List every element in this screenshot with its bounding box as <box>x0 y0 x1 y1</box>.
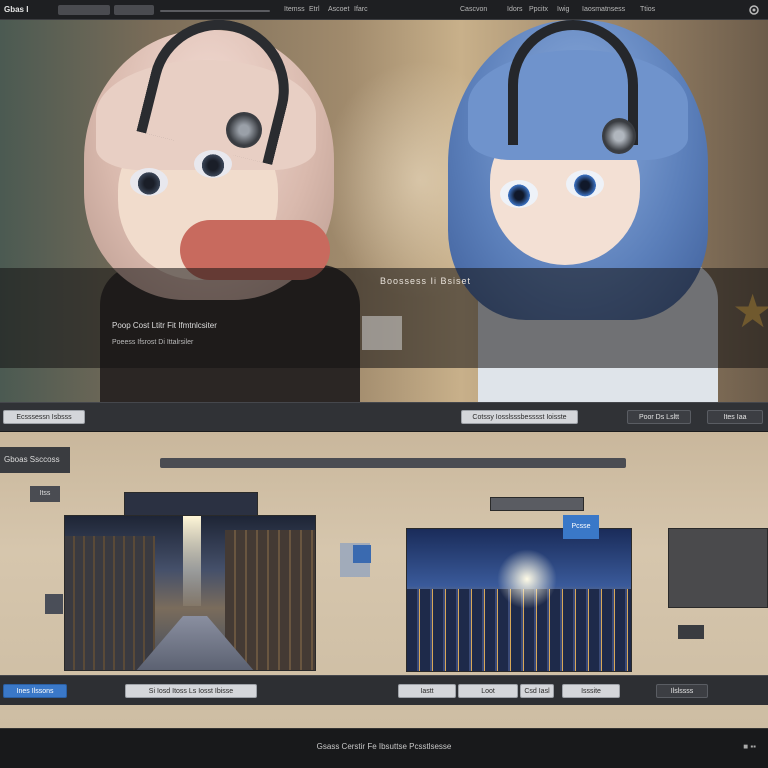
gallery-title: Gboas Ssccoss <box>0 447 70 473</box>
image-toolbar[interactable] <box>490 497 584 511</box>
gallery-button-5[interactable]: Csd Iasl <box>520 684 554 698</box>
gear-icon[interactable] <box>748 4 760 16</box>
gallery-image-night-city[interactable] <box>406 528 632 672</box>
gallery-button-6[interactable]: Isssite <box>562 684 620 698</box>
center-action-button[interactable]: Cotssy Iosslsssbesssst Ioisste <box>461 410 578 424</box>
footer-icons[interactable]: ■ ▪▪ <box>743 742 756 751</box>
eye-right-1 <box>500 180 538 208</box>
primary-action-button[interactable]: Ecsssessn Isbsss <box>3 410 85 424</box>
thumbnail[interactable] <box>353 545 371 563</box>
gallery-center-button[interactable]: Si Iosd Itoss Ls Iosst Ibisse <box>125 684 257 698</box>
thumbnail[interactable] <box>45 594 63 614</box>
nav-link-etrl[interactable]: Etrl <box>309 6 320 13</box>
gallery-action-bar <box>0 675 768 705</box>
nav-link-iwig[interactable]: Iwig <box>557 6 569 13</box>
hero-title: Boossess Ii Bsiset <box>380 276 472 286</box>
earcup-left <box>226 112 262 148</box>
filter-input[interactable] <box>114 5 154 15</box>
divider <box>160 10 270 12</box>
light-beam <box>183 516 201 606</box>
hero-caption: Poeess Ifsrost Di Ittalrsiler <box>112 339 194 346</box>
building-right <box>225 530 315 670</box>
thumbnail[interactable] <box>678 625 704 639</box>
nav-link-ppcitx[interactable]: Ppcitx <box>529 6 548 13</box>
hero-chip[interactable] <box>362 316 402 350</box>
nav-link-cascvon[interactable]: Cascvon <box>460 6 487 13</box>
moon-glow <box>497 549 557 609</box>
gallery-button-7[interactable]: Ilslssss <box>656 684 708 698</box>
nav-link-ifarc[interactable]: Ifarc <box>354 6 368 13</box>
nav-link-ascoet[interactable]: Ascoet <box>328 6 349 13</box>
earcup-right <box>602 118 636 154</box>
gallery-button-4[interactable]: Loot <box>458 684 518 698</box>
nav-link-ttios[interactable]: Ttios <box>640 6 655 13</box>
more-button[interactable]: Ites Iaa <box>707 410 763 424</box>
gallery-image-partial[interactable] <box>668 528 768 608</box>
gallery-filter-chip[interactable]: Itss <box>30 486 60 502</box>
gallery-button-3[interactable]: Iastt <box>398 684 456 698</box>
nav-link-idors[interactable]: Idors <box>507 6 523 13</box>
nav-link-iaosmatnsess[interactable]: Iaosmatnsess <box>582 6 625 13</box>
hero-banner: ★ <box>0 20 768 432</box>
secondary-action-button[interactable]: Poor Ds Lsltt <box>627 410 691 424</box>
app-brand[interactable]: Gbas I <box>4 5 28 14</box>
nav-link-items[interactable]: Itemss <box>284 6 305 13</box>
primary-gallery-button[interactable]: Ines Ilssons <box>3 684 67 698</box>
building-left <box>65 536 155 670</box>
top-bar: Gbas I Itemss Etrl Ascoet Ifarc Cascvon … <box>0 0 768 20</box>
footer-text: Gsass Cerstir Fe Ibsuttse Pcsstlsesse <box>316 742 452 751</box>
eye-left-1 <box>130 168 168 196</box>
eye-left-2 <box>194 150 232 178</box>
search-input[interactable] <box>58 5 110 15</box>
image-badge[interactable]: Pcsse <box>563 515 599 539</box>
gallery-image-city-street[interactable] <box>64 515 316 671</box>
hero-subtitle: Poop Cost Ltitr Fit Ifmtnlcsiter <box>112 321 217 330</box>
eye-right-2 <box>566 170 604 198</box>
gallery-search-input[interactable] <box>160 458 626 468</box>
